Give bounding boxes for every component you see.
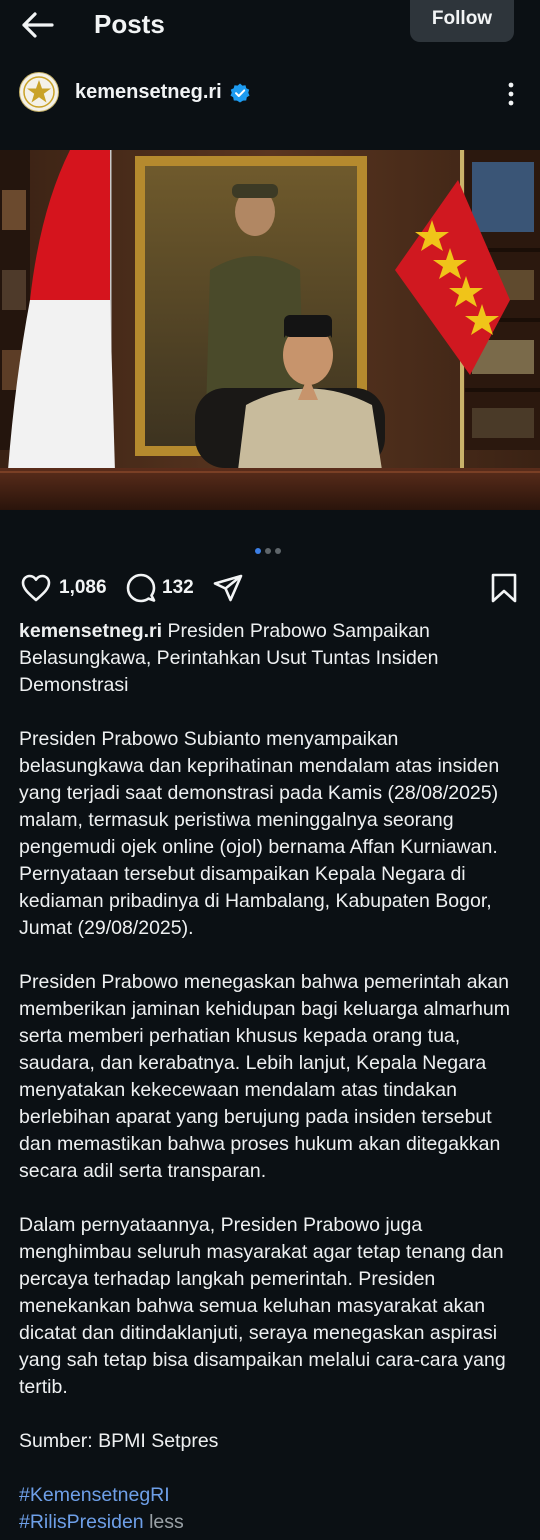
post-image[interactable]	[0, 150, 540, 510]
username-link[interactable]: kemensetneg.ri	[75, 80, 222, 104]
hashtag-link[interactable]: #KemensetnegRI	[19, 1482, 524, 1509]
hashtag-link[interactable]: #RilisPresiden	[19, 1511, 144, 1533]
more-vertical-icon[interactable]	[497, 80, 525, 108]
caption-paragraph: Presiden Prabowo menegaskan bahwa pemeri…	[19, 971, 511, 1182]
post-caption: kemensetneg.ri Presiden Prabowo Sampaika…	[19, 618, 524, 1536]
post-header: kemensetneg.ri	[0, 70, 540, 120]
caption-source: Sumber: BPMI Setpres	[19, 1430, 219, 1452]
follow-button[interactable]: Follow	[410, 0, 514, 42]
comment-icon[interactable]	[125, 572, 157, 604]
bookmark-icon[interactable]	[488, 572, 520, 604]
carousel-dot	[275, 548, 281, 554]
caption-username[interactable]: kemensetneg.ri	[19, 620, 162, 642]
likes-count[interactable]: 1,086	[59, 576, 107, 600]
emblem-star-icon	[23, 76, 55, 108]
carousel-dot-active	[255, 548, 261, 554]
action-bar: 1,086 132	[0, 570, 540, 606]
hashtag-line: #RilisPresiden less	[19, 1511, 184, 1533]
caption-headline-paragraph: kemensetneg.ri Presiden Prabowo Sampaika…	[19, 618, 524, 699]
heart-icon[interactable]	[20, 572, 52, 604]
page-title: Posts	[94, 9, 165, 39]
caption-paragraph: Presiden Prabowo Subianto menyampaikan b…	[19, 728, 500, 939]
carousel-dot	[265, 548, 271, 554]
comments-count[interactable]: 132	[162, 576, 194, 600]
verified-badge-icon	[230, 83, 250, 103]
share-icon[interactable]	[212, 572, 244, 604]
less-button[interactable]: less	[149, 1511, 184, 1533]
avatar[interactable]	[19, 72, 59, 112]
caption-paragraph: Dalam pernyataannya, Presiden Prabowo ju…	[19, 1214, 506, 1398]
back-arrow-icon[interactable]	[18, 8, 58, 42]
carousel-indicator	[255, 548, 285, 556]
top-bar: Posts Follow	[0, 0, 540, 50]
